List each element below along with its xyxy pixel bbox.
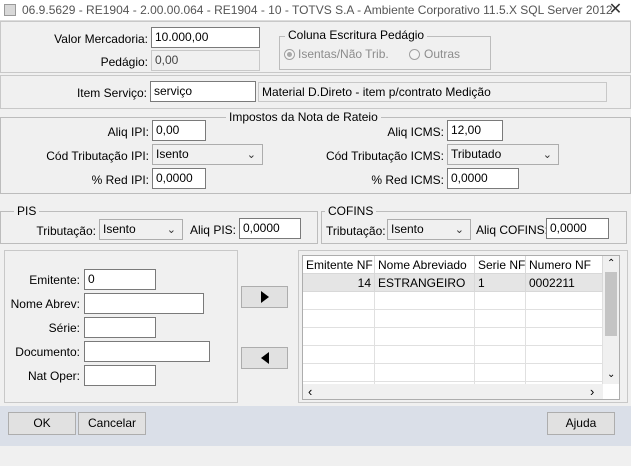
cancel-button[interactable]: Cancelar <box>78 412 146 435</box>
item-servico-label: Item Serviço: <box>76 86 147 100</box>
col-serie-nf[interactable]: Serie NF <box>475 256 526 274</box>
horizontal-scrollbar[interactable]: ‹ › <box>303 384 603 399</box>
col-numero-nf[interactable]: Numero NF <box>526 256 603 274</box>
chevron-down-icon: ⌄ <box>246 149 256 161</box>
radio-outras-label: Outras <box>424 47 461 61</box>
cod-trib-ipi-value: Isento <box>156 147 189 161</box>
impostos-title: Impostos da Nota de Rateio <box>226 110 381 124</box>
cofins-trib-value: Isento <box>391 222 424 236</box>
red-ipi-label: % Red IPI: <box>91 173 149 187</box>
red-icms-input[interactable]: 0,0000 <box>447 168 519 189</box>
chevron-down-icon: ⌄ <box>454 224 464 236</box>
move-right-button[interactable] <box>241 286 288 308</box>
cell-serie-nf: 1 <box>475 274 526 292</box>
cell-nome-abreviado: ESTRANGEIRO <box>375 274 475 292</box>
red-ipi-input[interactable]: 0,0000 <box>152 168 206 189</box>
window-title: 06.9.5629 - RE1904 - 2.00.00.064 - RE190… <box>22 3 613 17</box>
pis-trib-value: Isento <box>103 222 136 236</box>
aliq-ipi-input[interactable]: 0,00 <box>152 120 206 141</box>
cod-trib-icms-value: Tributado <box>451 147 502 161</box>
radio-isentas[interactable] <box>284 49 295 60</box>
nat-oper-label: Nat Oper: <box>27 369 80 383</box>
emitente-label: Emitente: <box>29 273 80 287</box>
move-left-button[interactable] <box>241 347 288 369</box>
close-icon[interactable]: ✕ <box>600 0 631 20</box>
scroll-thumb[interactable] <box>605 272 617 336</box>
aliq-cofins-label: Aliq COFINS: <box>476 223 549 237</box>
vertical-scrollbar[interactable]: ⌃ ⌄ <box>603 256 619 384</box>
col-emitente-nf[interactable]: Emitente NF <box>303 256 375 274</box>
item-description: Material D.Direto - item p/contrato Medi… <box>258 82 607 102</box>
nome-abrev-input[interactable] <box>84 293 204 314</box>
title-bar: 06.9.5629 - RE1904 - 2.00.00.064 - RE190… <box>0 0 631 21</box>
app-icon <box>4 4 16 16</box>
aliq-pis-input[interactable]: 0,0000 <box>239 218 301 239</box>
scroll-down-icon[interactable]: ⌄ <box>607 370 615 380</box>
empty-rows <box>303 292 603 385</box>
aliq-ipi-label: Aliq IPI: <box>107 125 149 139</box>
cofins-title: COFINS <box>325 204 377 218</box>
documento-input[interactable] <box>84 341 210 362</box>
item-servico-input[interactable]: serviço <box>150 81 256 102</box>
documento-label: Documento: <box>15 345 80 359</box>
cod-trib-ipi-label: Cód Tributação IPI: <box>46 149 149 163</box>
pedagio-label: Pedágio: <box>100 55 148 69</box>
chevron-down-icon: ⌄ <box>542 149 552 161</box>
table-row[interactable]: 14 ESTRANGEIRO 1 0002211 <box>303 274 603 292</box>
help-button[interactable]: Ajuda <box>547 412 615 435</box>
pedagio-input: 0,00 <box>151 50 260 71</box>
chevron-down-icon: ⌄ <box>166 224 176 236</box>
coluna-escritura-title: Coluna Escritura Pedágio <box>285 28 428 42</box>
radio-outras[interactable] <box>409 49 420 60</box>
scroll-left-icon[interactable]: ‹ <box>308 384 312 399</box>
valor-mercadoria-label: Valor Mercadoria: <box>54 32 148 46</box>
pis-trib-select[interactable]: Isento ⌄ <box>99 219 183 240</box>
arrow-right-icon <box>260 291 269 303</box>
cofins-trib-label: Tributação: <box>326 224 386 238</box>
cod-trib-ipi-select[interactable]: Isento ⌄ <box>152 144 263 165</box>
scroll-right-icon[interactable]: › <box>590 384 594 399</box>
cod-trib-icms-select[interactable]: Tributado ⌄ <box>447 144 559 165</box>
arrow-left-icon <box>260 352 269 364</box>
aliq-cofins-input[interactable]: 0,0000 <box>546 218 609 239</box>
col-nome-abreviado[interactable]: Nome Abreviado <box>375 256 475 274</box>
serie-input[interactable] <box>84 317 156 338</box>
aliq-icms-input[interactable]: 12,00 <box>447 120 503 141</box>
valor-mercadoria-input[interactable]: 10.000,00 <box>151 27 260 48</box>
pis-trib-label: Tributação: <box>36 224 96 238</box>
red-icms-label: % Red ICMS: <box>371 173 444 187</box>
nome-abrev-label: Nome Abrev: <box>10 297 80 311</box>
serie-label: Série: <box>48 321 80 335</box>
ok-button[interactable]: OK <box>8 412 76 435</box>
cod-trib-icms-label: Cód Tributação ICMS: <box>325 149 444 163</box>
scroll-up-icon[interactable]: ⌃ <box>607 259 615 269</box>
aliq-pis-label: Aliq PIS: <box>189 223 236 237</box>
cofins-trib-select[interactable]: Isento ⌄ <box>387 219 471 240</box>
radio-isentas-label: Isentas/Não Trib. <box>298 47 389 61</box>
aliq-icms-label: Aliq ICMS: <box>387 125 444 139</box>
emitente-input[interactable]: 0 <box>84 269 156 290</box>
cell-numero-nf: 0002211 <box>526 274 603 292</box>
nat-oper-input[interactable] <box>84 365 156 386</box>
notes-grid[interactable]: Emitente NF Nome Abreviado Serie NF Nume… <box>302 255 620 400</box>
pis-title: PIS <box>14 204 40 218</box>
cell-emitente-nf: 14 <box>303 274 375 292</box>
